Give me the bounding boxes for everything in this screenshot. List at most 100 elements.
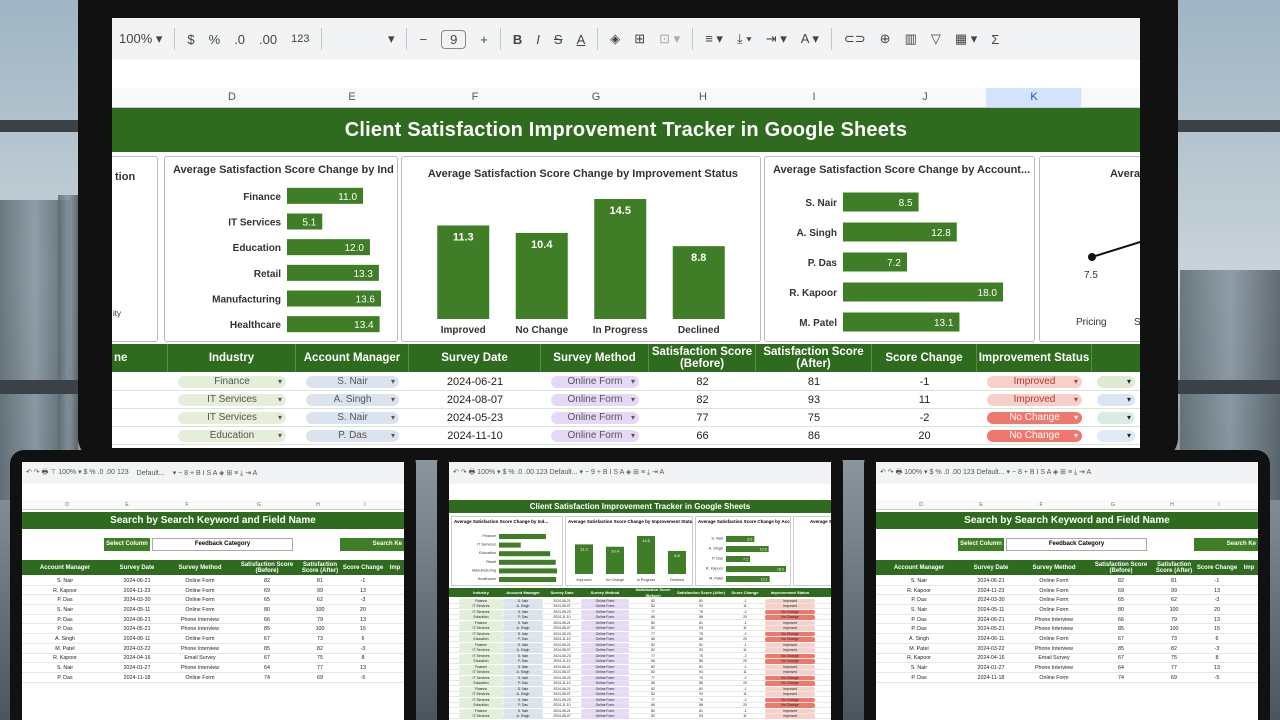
zoom-select[interactable]: 100% ▾ [119, 31, 162, 47]
table-cell[interactable]: -5 [1194, 673, 1240, 683]
insert-link-icon[interactable]: ⊂⊃ [844, 31, 866, 47]
table-cell[interactable]: 85 [234, 625, 300, 635]
table-cell[interactable]: 2024-11-23 [962, 586, 1020, 596]
horizontal-align-icon[interactable]: ≡ ▾ [705, 31, 723, 47]
table-cell-manager[interactable]: P. Das [296, 427, 409, 445]
table-cell[interactable]: IT Services [459, 626, 503, 631]
table-cell[interactable]: 2024-05-21 [962, 625, 1020, 635]
table-cell[interactable]: Online Form [166, 605, 234, 615]
table-cell[interactable]: 8 [340, 654, 386, 664]
increase-decimal-button[interactable]: .00 [259, 32, 277, 47]
industry-dropdown-chip[interactable]: Finance [178, 376, 286, 388]
chart-industry[interactable]: Average Satisfaction Score Change by Ind… [164, 156, 398, 342]
table-cell[interactable]: R. Kapoor [22, 586, 108, 596]
table-cell[interactable]: R. Kapoor [876, 654, 962, 664]
method-dropdown-chip[interactable]: Online Form [551, 394, 639, 406]
status-dropdown-chip[interactable]: No Change [987, 412, 1082, 424]
table-cell[interactable]: P. Das [503, 637, 543, 642]
table-row[interactable]: A. Singh 2024-06-11 Online Form 67 73 6 [876, 634, 1258, 644]
table-cell[interactable]: 67 [1088, 654, 1154, 664]
table-cell[interactable]: 85 [1088, 644, 1154, 654]
table-cell[interactable]: S. Nair [876, 605, 962, 615]
table-cell-industry[interactable]: Education [168, 427, 296, 445]
table-cell[interactable]: Improved [765, 714, 815, 719]
table-cell[interactable]: 100 [1154, 605, 1194, 615]
table-cell[interactable]: S. Nair [503, 697, 543, 702]
table-cell-industry[interactable]: IT Services [168, 409, 296, 427]
table-cell[interactable]: IT Services [459, 609, 503, 614]
table-cell[interactable]: Finance [459, 598, 503, 603]
increase-font-size-button[interactable]: + [480, 32, 488, 47]
table-cell[interactable]: 67 [234, 654, 300, 664]
table-cell[interactable]: 81 [300, 576, 340, 586]
column-header-selected[interactable]: K [986, 88, 1082, 107]
table-cell[interactable]: IT Services [459, 653, 503, 658]
table-cell[interactable]: P. Das [876, 615, 962, 625]
fill-color-icon[interactable]: ◈ [610, 31, 620, 47]
table-cell[interactable]: Online Form [581, 653, 629, 658]
table-cell[interactable]: Phone Interview [1020, 625, 1088, 635]
table-cell-change[interactable]: 11 [872, 391, 977, 409]
table-row[interactable]: P. Das 2024-05-21 Phone Interview 85 100 15 [876, 625, 1258, 635]
table-cell[interactable]: 82 [1154, 644, 1194, 654]
table-cell[interactable]: A. Singh [503, 648, 543, 653]
table-cell[interactable]: 13 [340, 663, 386, 673]
table-cell[interactable]: Improved [765, 648, 815, 653]
table-cell[interactable]: 85 [234, 644, 300, 654]
table-cell[interactable]: 64 [1088, 663, 1154, 673]
table-cell[interactable]: P. Das [22, 673, 108, 683]
column-header[interactable]: F [472, 91, 479, 103]
table-row[interactable]: S. Nair 2024-06-21 Online Form 82 81 -1 [22, 576, 404, 586]
table-cell-status[interactable]: Improved [977, 373, 1092, 391]
select-column-dropdown[interactable]: Feedback Category [1006, 538, 1147, 551]
table-cell[interactable]: 2024-11-23 [108, 586, 166, 596]
table-cell[interactable]: Education [459, 637, 503, 642]
table-cell-manager[interactable]: A. Singh [296, 391, 409, 409]
table-cell[interactable]: 73 [1154, 634, 1194, 644]
table-cell[interactable]: M. Patel [22, 644, 108, 654]
table-cell[interactable]: A. Singh [503, 604, 543, 609]
table-cell[interactable]: No Change [765, 697, 815, 702]
table-cell-status[interactable]: No Change [977, 409, 1092, 427]
table-cell[interactable]: 62 [300, 595, 340, 605]
table-cell[interactable]: No Change [765, 631, 815, 636]
table-cell[interactable]: 6 [340, 634, 386, 644]
table-row[interactable]: IT Services S. Nair 2024-05-23 Online Form 7… [112, 409, 1140, 427]
table-cell[interactable]: Finance [459, 642, 503, 647]
table-cell[interactable]: 69 [1154, 673, 1194, 683]
table-cell[interactable]: P. Das [503, 703, 543, 708]
table-cell[interactable]: R. Kapoor [22, 654, 108, 664]
table-cell[interactable]: Online Form [1020, 673, 1088, 683]
table-cell[interactable]: S. Nair [22, 605, 108, 615]
table-cell[interactable]: Online Form [581, 642, 629, 647]
status-dropdown-chip[interactable]: Improved [987, 394, 1082, 406]
table-row[interactable]: S. Nair 2024-06-21 Online Form 82 81 -1 [876, 576, 1258, 586]
merge-cells-icon[interactable]: ⊡ ▾ [659, 31, 680, 47]
table-cell[interactable]: A. Singh [503, 626, 543, 631]
table-row[interactable]: S. Nair 2024-01-27 Phone Interview 64 77 13 [22, 663, 404, 673]
table-cell[interactable]: 2024-01-27 [962, 663, 1020, 673]
table-cell[interactable]: Phone Interview [166, 625, 234, 635]
table-cell[interactable]: S. Nair [503, 609, 543, 614]
table-cell[interactable]: Online Form [581, 620, 629, 625]
table-cell[interactable]: 13 [1194, 586, 1240, 596]
percent-format-button[interactable]: % [209, 32, 221, 47]
table-cell[interactable]: Online Form [1020, 586, 1088, 596]
table-row[interactable]: Finance S. Nair 2024-06-21 Online Form 8281-… [112, 373, 1140, 391]
table-row[interactable]: M. Patel 2024-03-22 Phone Interview 85 82 -3 [22, 644, 404, 654]
table-cell-before[interactable]: 77 [649, 409, 756, 427]
table-cell[interactable]: 2024-06-21 [962, 615, 1020, 625]
table-cell[interactable]: 2024-06-11 [108, 634, 166, 644]
table-cell[interactable]: 8 [1194, 654, 1240, 664]
table-cell[interactable]: 69 [234, 586, 300, 596]
chart-partial-left[interactable]: tion ity [112, 156, 158, 342]
table-cell[interactable]: Education [459, 681, 503, 686]
table-cell-industry[interactable]: Finance [168, 373, 296, 391]
industry-dropdown-chip[interactable]: IT Services [178, 394, 286, 406]
table-cell[interactable]: 2024-03-22 [962, 644, 1020, 654]
table-cell[interactable]: -5 [340, 673, 386, 683]
table-cell-manager[interactable]: S. Nair [296, 409, 409, 427]
table-cell[interactable]: 69 [300, 673, 340, 683]
table-cell[interactable]: Improved [765, 642, 815, 647]
font-size-input[interactable]: 9 [441, 29, 467, 49]
